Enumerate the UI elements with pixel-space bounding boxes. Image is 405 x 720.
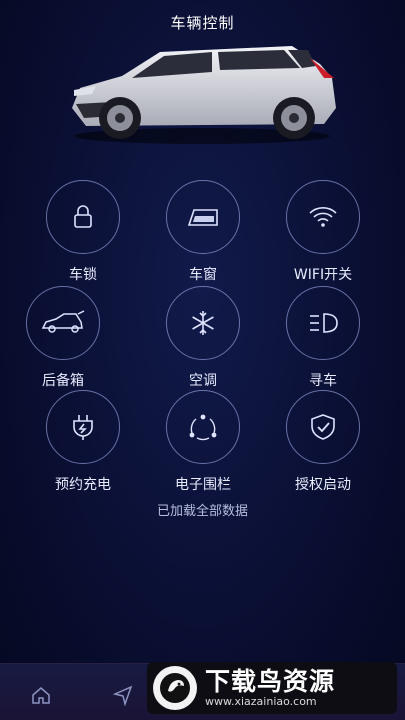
authorized-start-button[interactable] bbox=[286, 390, 360, 464]
control-label: 空调 bbox=[189, 373, 217, 389]
control-label: 授权启动 bbox=[295, 477, 351, 493]
control-authorized-start[interactable]: 授权启动 bbox=[268, 390, 378, 494]
control-label: 预约充电 bbox=[55, 477, 111, 493]
control-scheduled-charging[interactable]: 预约充电 bbox=[28, 390, 138, 494]
trunk-icon bbox=[41, 310, 85, 333]
wifi-icon bbox=[309, 207, 337, 227]
control-trunk[interactable]: 后备箱 bbox=[8, 286, 118, 390]
window-button[interactable] bbox=[166, 180, 240, 254]
control-ac[interactable]: 空调 bbox=[148, 286, 258, 390]
control-label: 电子围栏 bbox=[175, 477, 231, 493]
wifi-button[interactable] bbox=[286, 180, 360, 254]
control-lock[interactable]: 车锁 bbox=[28, 180, 138, 284]
snowflake-icon bbox=[192, 311, 214, 335]
control-label: 车锁 bbox=[69, 267, 97, 283]
control-label: 后备箱 bbox=[42, 373, 84, 389]
watermark-url: www.xiazainiao.com bbox=[205, 694, 317, 708]
lock-icon bbox=[74, 205, 92, 228]
watermark-name: 下载鸟资源 bbox=[205, 666, 336, 696]
charging-button[interactable] bbox=[46, 390, 120, 464]
status-text: 已加载全部数据 bbox=[156, 504, 248, 519]
bird-logo-icon bbox=[153, 666, 197, 710]
control-geofence[interactable]: 电子围栏 bbox=[148, 390, 258, 494]
navigation-icon[interactable] bbox=[112, 684, 134, 706]
charging-plug-icon bbox=[73, 415, 93, 440]
geofence-icon bbox=[189, 414, 217, 441]
ac-button[interactable] bbox=[166, 286, 240, 360]
control-label: 车窗 bbox=[189, 267, 217, 283]
control-wifi[interactable]: WIFI开关 bbox=[268, 180, 378, 284]
car-image bbox=[72, 46, 336, 144]
shield-check-icon bbox=[311, 414, 335, 440]
lock-button[interactable] bbox=[46, 180, 120, 254]
trunk-button[interactable] bbox=[26, 286, 100, 360]
page-title: 车辆控制 bbox=[170, 14, 235, 32]
home-icon[interactable] bbox=[30, 684, 52, 706]
window-icon bbox=[187, 209, 218, 226]
find-car-button[interactable] bbox=[286, 286, 360, 360]
control-label: WIFI开关 bbox=[293, 267, 353, 283]
control-find-car[interactable]: 寻车 bbox=[268, 286, 378, 390]
control-window[interactable]: 车窗 bbox=[148, 180, 258, 284]
watermark: 下载鸟资源 www.xiazainiao.com bbox=[147, 662, 397, 714]
control-label: 寻车 bbox=[309, 373, 337, 389]
headlight-icon bbox=[310, 313, 338, 333]
geofence-button[interactable] bbox=[166, 390, 240, 464]
